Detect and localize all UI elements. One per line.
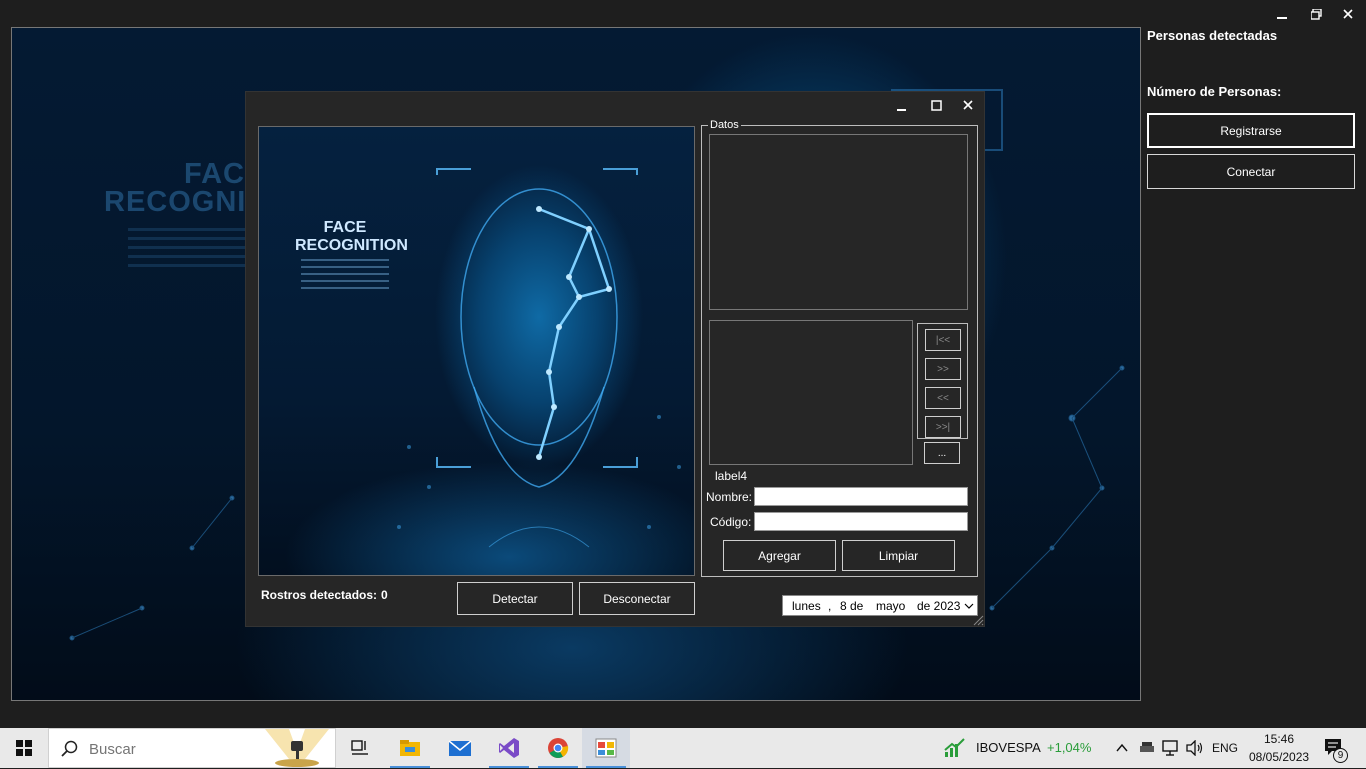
faces-detected-count: 0 (381, 588, 388, 602)
device-icon[interactable] (1139, 741, 1155, 755)
image-preview-box[interactable] (709, 320, 913, 465)
navigation-group: |<< >> << >>| (917, 323, 968, 439)
date-year: de 2023 (917, 599, 961, 613)
restore-icon[interactable] (1302, 4, 1330, 24)
chrome-icon[interactable] (534, 728, 582, 768)
notification-count-badge: 9 (1333, 748, 1348, 763)
code-label: Código: (710, 515, 752, 529)
date-separator: , (828, 599, 832, 613)
date-day: 8 de (840, 599, 864, 613)
more-button[interactable]: ... (924, 442, 960, 464)
face-recognition-main-window: FACE RECOGNITION Personas detectadas Núm… (0, 0, 1366, 728)
detect-button[interactable]: Detectar (457, 582, 573, 615)
face-detection-dialog: FACE RECOGNITION Rostros detectados: 0 D… (245, 91, 985, 627)
nav-next-button[interactable]: >> (925, 358, 961, 380)
label4: label4 (715, 469, 748, 483)
name-label: Nombre: (706, 490, 753, 504)
connect-button[interactable]: Conectar (1147, 154, 1355, 189)
ticker-name[interactable]: IBOVESPA (976, 740, 1041, 755)
minimize-icon[interactable] (1268, 4, 1296, 24)
winforms-app-icon[interactable] (582, 728, 630, 768)
clock-date[interactable]: 08/05/2023 (1249, 750, 1309, 764)
stock-trend-icon[interactable] (944, 738, 966, 758)
dialog-minimize-icon[interactable] (888, 96, 916, 116)
name-input[interactable] (754, 487, 968, 506)
windows-start-icon[interactable] (0, 728, 48, 768)
code-input[interactable] (754, 512, 968, 531)
datos-group-title: Datos (708, 119, 741, 131)
dialog-close-icon[interactable] (954, 95, 982, 115)
chevron-down-icon[interactable] (964, 603, 974, 611)
task-view-icon[interactable] (336, 728, 384, 768)
face-mesh-graphic (397, 168, 681, 548)
close-icon[interactable] (1334, 4, 1362, 24)
network-icon[interactable] (1162, 740, 1180, 756)
ticker-change[interactable]: +1,04% (1047, 740, 1091, 755)
clock-time[interactable]: 15:46 (1264, 732, 1294, 746)
date-weekday: lunes (792, 599, 821, 613)
dialog-maximize-icon[interactable] (922, 95, 950, 115)
numero-personas-label: Número de Personas: (1147, 84, 1282, 99)
data-display-box[interactable] (709, 134, 968, 310)
dialog-camera-picture: FACE RECOGNITION (258, 126, 695, 576)
nav-prev-button[interactable]: << (925, 387, 961, 409)
clear-button[interactable]: Limpiar (842, 540, 955, 571)
disconnect-button[interactable]: Desconectar (579, 582, 695, 615)
taskbar: IBOVESPA +1,04% ENG 15:46 08/05/2023 9 (0, 728, 1366, 768)
file-explorer-icon[interactable] (386, 728, 434, 768)
search-input[interactable] (89, 739, 289, 759)
date-picker[interactable]: lunes , 8 de mayo de 2023 (782, 595, 978, 616)
personas-detectadas-label: Personas detectadas (1147, 28, 1278, 43)
volume-icon[interactable] (1186, 740, 1204, 756)
visual-studio-icon[interactable] (485, 728, 533, 768)
register-button[interactable]: Registrarse (1147, 113, 1355, 148)
taskbar-search[interactable] (48, 728, 336, 768)
mail-icon[interactable] (436, 728, 484, 768)
search-highlight-icon (265, 729, 329, 767)
search-icon (61, 740, 78, 757)
language-indicator[interactable]: ENG (1212, 741, 1238, 755)
date-month: mayo (876, 599, 906, 613)
resize-grip-icon[interactable] (972, 614, 984, 626)
faces-detected-label: Rostros detectados: (261, 588, 378, 602)
nav-first-button[interactable]: |<< (925, 329, 961, 351)
chevron-up-icon[interactable] (1116, 743, 1128, 753)
add-button[interactable]: Agregar (723, 540, 836, 571)
nav-last-button[interactable]: >>| (925, 416, 961, 438)
datos-group: Datos |<< >> << >>| ... label4 Nombre: C… (701, 119, 978, 577)
